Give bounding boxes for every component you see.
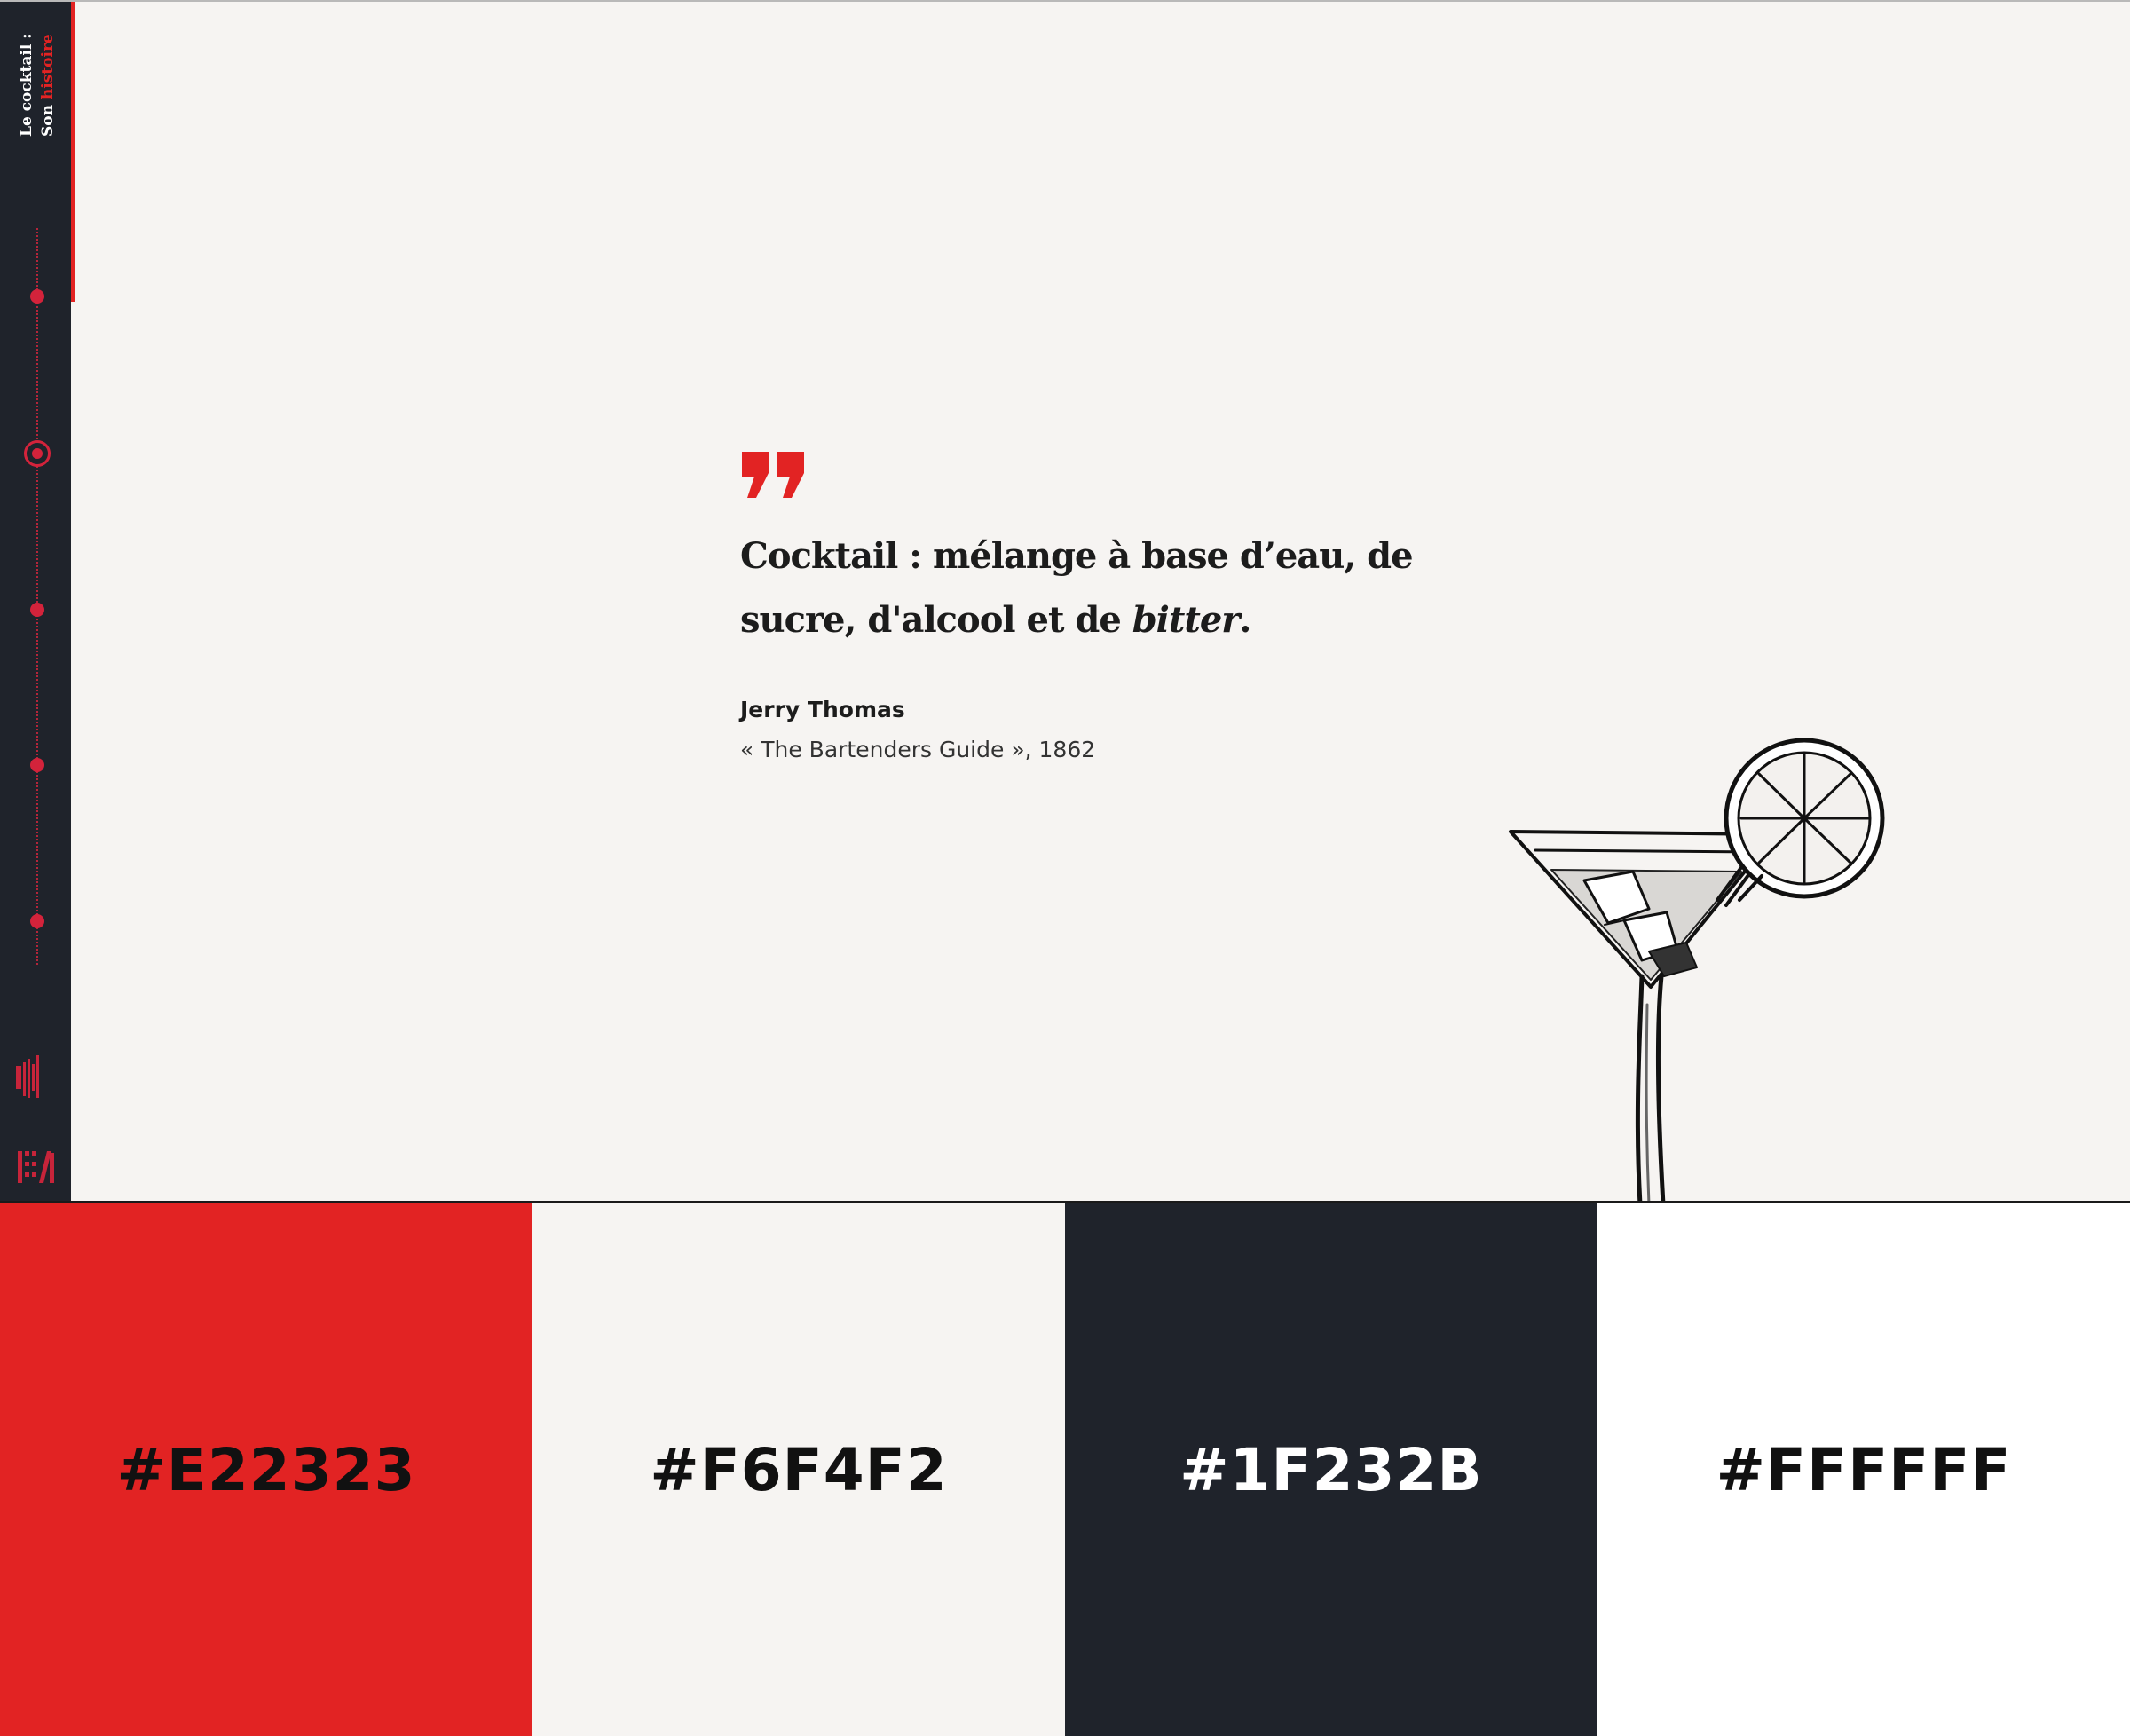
sidebar-title-accent: histoire [39,34,57,100]
sidebar-progress-bar [71,2,75,302]
timeline-dot-4[interactable] [30,758,44,772]
brand-logo-icon[interactable] [16,1053,57,1187]
swatch-label: #FFFFFF [1716,1435,2012,1504]
sidebar-title[interactable]: Le cocktail : Son histoire [12,33,66,144]
color-palette: #E22323 #F6F4F2 #1F232B #FFFFFF [0,1203,2130,1736]
timeline-dot-active[interactable] [24,440,51,467]
page: Le cocktail : Son histoire Cocktail: mé… [0,0,2130,1736]
sidebar-title-line2: Son histoire [39,34,57,137]
swatch-background: #F6F4F2 [532,1203,1065,1736]
quote-line2-italic: bitter [1132,599,1241,641]
swatch-label: #F6F4F2 [650,1435,948,1504]
cocktail-glass-icon [1509,738,1885,1201]
swatch-label: #E22323 [116,1435,416,1504]
swatch-white: #FFFFFF [1598,1203,2130,1736]
swatch-dark: #1F232B [1065,1203,1598,1736]
timeline-dot-3[interactable] [30,603,44,617]
sidebar-title-prefix: Son [39,99,57,137]
quote-line2-prefix: sucre, d'alcool et de [740,599,1132,641]
quote-source: « The Bartenders Guide », 1862 [740,737,1096,762]
website-screenshot: Le cocktail : Son histoire Cocktail: mé… [0,0,2130,1201]
timeline-dot-5[interactable] [30,914,44,928]
quote-icon [742,452,804,498]
quote-author: Jerry Thomas [740,697,905,722]
sidebar-title-line1: Le cocktail : [18,33,36,138]
swatch-accent-red: #E22323 [0,1203,532,1736]
sidebar: Le cocktail : Son histoire [0,2,71,1201]
quote-line2-suffix: . [1239,599,1251,641]
timeline-track [36,228,40,965]
timeline-dot-1[interactable] [30,289,44,304]
swatch-label: #1F232B [1179,1435,1483,1504]
quote-line1: Cocktail : mélange à base d’eau, de [740,535,1414,577]
quote-block: Cocktail : mélange à base d’eau, de sucre… [740,450,1415,762]
quote-text: Cocktail : mélange à base d’eau, de sucre… [740,525,1415,652]
